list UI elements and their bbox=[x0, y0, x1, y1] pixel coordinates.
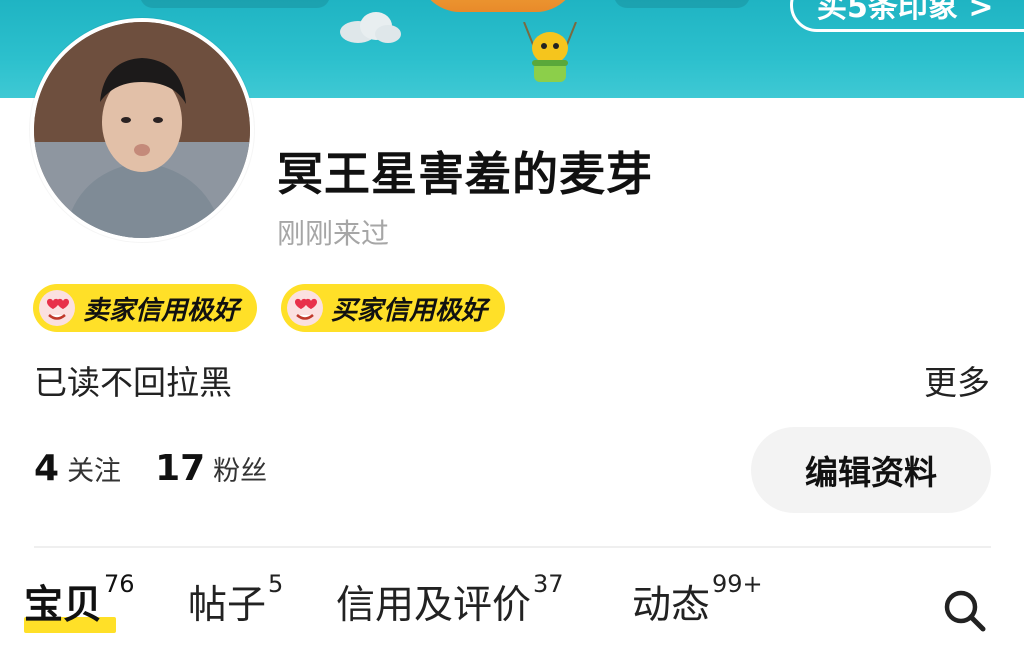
tab-count: 76 bbox=[104, 570, 135, 598]
avatar[interactable] bbox=[30, 18, 254, 242]
heart-eyes-emoji-icon bbox=[287, 290, 323, 326]
person-photo-icon bbox=[34, 22, 250, 238]
section-divider bbox=[34, 546, 991, 548]
tab-activity[interactable]: 动态99+ bbox=[632, 570, 763, 630]
tab-label: 动态 bbox=[632, 583, 711, 628]
mascot-icon bbox=[523, 22, 577, 82]
user-nickname: 冥王星害羞的麦芽 bbox=[277, 147, 653, 201]
following-count[interactable]: 4 bbox=[34, 448, 59, 489]
avatar-photo bbox=[34, 22, 250, 238]
search-icon[interactable] bbox=[940, 586, 988, 634]
cloud-icon bbox=[340, 12, 401, 43]
seller-credit-badge[interactable]: 卖家信用极好 bbox=[33, 284, 258, 332]
banner-pill-left bbox=[140, 0, 330, 8]
follow-stats: 4 关注 17 粉丝 bbox=[34, 448, 301, 489]
tab-count: 99+ bbox=[712, 570, 763, 598]
followers-count[interactable]: 17 bbox=[155, 448, 205, 489]
user-bio: 已读不回拉黑 bbox=[34, 363, 232, 402]
tab-label: 帖子 bbox=[188, 583, 267, 628]
tab-label: 宝贝 bbox=[24, 583, 103, 628]
tab-count: 37 bbox=[533, 570, 564, 598]
tab-credit-reviews[interactable]: 信用及评价37 bbox=[336, 570, 564, 630]
edit-profile-button[interactable]: 编辑资料 bbox=[751, 427, 991, 513]
tab-items[interactable]: 宝贝76 bbox=[24, 570, 135, 630]
more-link[interactable]: 更多 bbox=[924, 356, 990, 404]
heart-eyes-emoji-icon bbox=[39, 290, 75, 326]
hot-air-balloon-icon bbox=[418, 0, 578, 12]
seller-credit-badge-label: 卖家信用极好 bbox=[83, 295, 240, 326]
following-label[interactable]: 关注 bbox=[67, 449, 121, 488]
tab-label: 信用及评价 bbox=[336, 583, 532, 628]
buyer-credit-badge[interactable]: 买家信用极好 bbox=[281, 284, 506, 332]
tab-posts[interactable]: 帖子5 bbox=[188, 570, 283, 630]
followers-label[interactable]: 粉丝 bbox=[213, 449, 267, 488]
tab-count: 5 bbox=[268, 570, 284, 598]
buyer-credit-badge-label: 买家信用极好 bbox=[331, 295, 488, 326]
last-seen-status: 刚刚来过 bbox=[277, 217, 390, 250]
banner-pill-right bbox=[614, 0, 750, 8]
impression-tag-button[interactable]: 买5条印象 > bbox=[790, 0, 1024, 32]
